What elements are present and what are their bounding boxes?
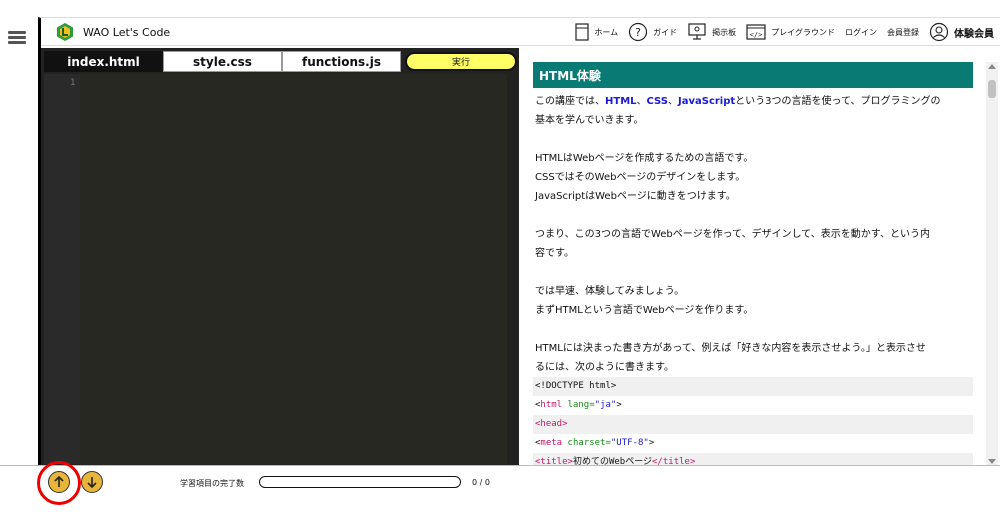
code-line: <meta charset="UTF-8"> xyxy=(533,434,973,453)
editor-tabs: index.html style.css functions.js xyxy=(44,51,401,72)
code-tag: <head> xyxy=(535,419,568,429)
progress-count: 0 / 0 xyxy=(472,478,490,487)
scroll-down-button[interactable] xyxy=(81,471,103,493)
code-bracket: > xyxy=(648,438,655,448)
p2-line-1: HTMLはWebページを作成するための言語です。 xyxy=(535,153,754,164)
nav-home[interactable]: ホーム xyxy=(575,23,618,41)
nav-bar: ホーム ? ガイド 掲示板 </> プレイグラウンド ログイン 会員登録 体験会… xyxy=(565,21,994,43)
svg-text:?: ? xyxy=(635,26,641,39)
intro-paragraph: この講座では、HTML、CSS、JavaScriptという3つの言語を使って、プ… xyxy=(535,92,973,130)
kw-html: HTML xyxy=(605,96,637,107)
p2-line-2: CSSではそのWebページのデザインをします。 xyxy=(535,172,746,183)
p3-line-2: 容です。 xyxy=(535,248,574,259)
lesson-content: HTML体験 この講座では、HTML、CSS、JavaScriptという3つの言… xyxy=(533,62,973,466)
sep-1: 、 xyxy=(636,96,647,107)
nav-playground-label: プレイグラウンド xyxy=(771,27,835,37)
nav-login-label: ログイン xyxy=(845,27,877,37)
nav-guide[interactable]: ? ガイド xyxy=(628,22,677,42)
run-button[interactable]: 実行 xyxy=(405,52,517,71)
scroll-down-icon[interactable] xyxy=(988,459,996,464)
lesson-title: HTML体験 xyxy=(533,62,973,88)
bottom-bar: 学習項目の完了数 0 / 0 xyxy=(0,461,1000,520)
brand-title: WAO Let's Code xyxy=(83,25,171,39)
p3-line-1: つまり、この3つの言語でWebページを作って、デザインして、表示を動かす、という… xyxy=(535,229,930,240)
kw-css: CSS xyxy=(646,96,668,107)
home-icon xyxy=(575,23,589,41)
line-gutter xyxy=(44,74,80,464)
code-tag: meta xyxy=(540,438,563,448)
code-editor-panel: index.html style.css functions.js 実行 1 xyxy=(41,48,519,466)
arrow-down-icon xyxy=(87,477,97,489)
p5-line-2: るには、次のように書きます。 xyxy=(535,362,674,373)
summary-paragraph: つまり、この3つの言語でWebページを作って、デザインして、表示を動かす、という… xyxy=(535,225,973,263)
code-icon: </> xyxy=(746,23,766,41)
example-paragraph: HTMLには決まった書き方があって、例えば「好きな内容を表示させよう。」と表示さ… xyxy=(535,339,973,377)
arrow-up-icon xyxy=(54,475,64,487)
code-line: <head> xyxy=(533,415,973,434)
logo-icon xyxy=(57,23,73,41)
top-bar: WAO Let's Code ホーム ? ガイド 掲示板 </> プレイグラウン… xyxy=(41,18,1000,46)
code-bracket: > xyxy=(616,400,622,410)
scroll-up-icon[interactable] xyxy=(988,64,996,69)
nav-register[interactable]: 会員登録 xyxy=(887,27,919,38)
hamburger-menu-icon[interactable] xyxy=(8,31,26,45)
tab-functions-js[interactable]: functions.js xyxy=(282,51,401,72)
code-attr: charset= xyxy=(562,438,611,448)
scroll-thumb[interactable] xyxy=(988,80,996,98)
progress-label: 学習項目の完了数 xyxy=(180,479,244,488)
content-scrollbar[interactable] xyxy=(986,62,998,466)
start-paragraph: では早速、体験してみましょう。 まずHTMLという言語でWebページを作ります。 xyxy=(535,282,973,320)
nav-user[interactable]: 体験会員 xyxy=(929,22,994,42)
intro-suffix: という3つの言語を使って、プログラミングの xyxy=(735,96,941,107)
sep-2: 、 xyxy=(668,96,678,107)
user-icon xyxy=(929,22,949,42)
app-root: WAO Let's Code ホーム ? ガイド 掲示板 </> プレイグラウン… xyxy=(0,0,1000,520)
svg-text:</>: </> xyxy=(750,31,763,39)
monitor-icon xyxy=(687,23,707,41)
nav-playground[interactable]: </> プレイグラウンド xyxy=(746,23,835,41)
nav-home-label: ホーム xyxy=(594,27,619,37)
tab-style-css[interactable]: style.css xyxy=(163,51,282,72)
nav-user-label: 体験会員 xyxy=(954,28,994,40)
code-value: "ja" xyxy=(594,400,617,410)
code-value: "UTF-8" xyxy=(610,438,649,448)
nav-login[interactable]: ログイン xyxy=(845,27,877,38)
code-tag: html xyxy=(540,400,563,410)
code-line: <html lang="ja"> xyxy=(533,396,973,415)
languages-paragraph: HTMLはWebページを作成するための言語です。 CSSではそのWebページのデ… xyxy=(535,149,973,206)
p2-line-3: JavaScriptはWebページに動きをつけます。 xyxy=(535,191,736,202)
code-line: <!DOCTYPE html> xyxy=(533,377,973,396)
code-doctype: <!DOCTYPE html> xyxy=(535,381,617,391)
main-frame: WAO Let's Code ホーム ? ガイド 掲示板 </> プレイグラウン… xyxy=(38,17,1000,466)
code-attr: lang= xyxy=(562,400,595,410)
intro-prefix: この講座では、 xyxy=(535,96,605,107)
p4-line-2: まずHTMLという言語でWebページを作ります。 xyxy=(535,305,754,316)
kw-javascript: JavaScript xyxy=(678,96,736,107)
nav-board-label: 掲示板 xyxy=(712,27,737,37)
nav-guide-label: ガイド xyxy=(653,27,678,37)
tab-index-html[interactable]: index.html xyxy=(44,51,163,72)
brand[interactable]: WAO Let's Code xyxy=(55,22,170,42)
p4-line-1: では早速、体験してみましょう。 xyxy=(535,286,685,297)
progress-bar xyxy=(259,476,461,488)
code-input-area[interactable]: 1 xyxy=(44,74,507,464)
p5-line-1: HTMLには決まった書き方があって、例えば「好きな内容を表示させよう。」と表示さ… xyxy=(535,343,926,354)
nav-register-label: 会員登録 xyxy=(887,27,919,37)
question-icon: ? xyxy=(628,22,648,42)
line-number: 1 xyxy=(70,78,76,88)
scroll-up-button[interactable] xyxy=(48,471,70,493)
nav-board[interactable]: 掲示板 xyxy=(687,23,736,41)
code-example: <!DOCTYPE html> <html lang="ja"> <head> … xyxy=(533,377,973,466)
intro-line-2: 基本を学んでいきます。 xyxy=(535,115,644,126)
